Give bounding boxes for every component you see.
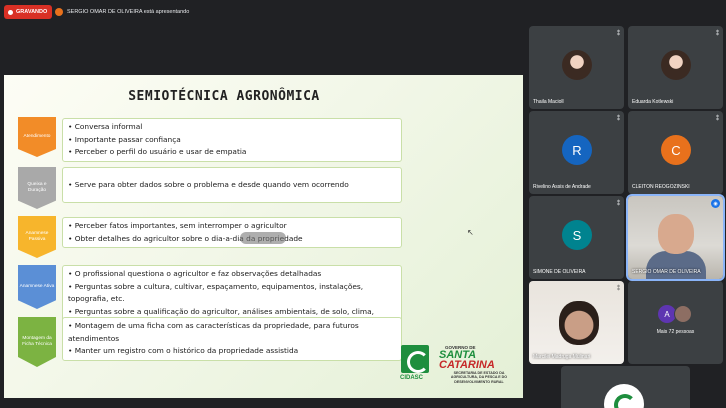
participant-name: Eduarda Kotlewski <box>632 99 674 105</box>
participant-tile[interactable]: S ⁑ SIMONE DE OLIVEIRA <box>529 196 624 279</box>
stage-chevron: Anamnese Ativa <box>18 265 56 309</box>
recording-badge: GRAVANDO <box>4 5 53 19</box>
bullet-item: • Importante passar confiança <box>68 134 181 144</box>
slide-row-queixa: Queixa e Duração • Serve para obter dado… <box>18 167 402 209</box>
mic-muted-icon: ⁑ <box>716 116 719 122</box>
bullet-item: • Montagem de uma ficha com as caracterí… <box>68 321 359 343</box>
participant-tile[interactable]: ⁑ Eduarda Kotlewski <box>628 26 723 109</box>
self-view-tile[interactable] <box>561 366 690 408</box>
stage-box: • Montagem de uma ficha com as caracterí… <box>62 317 402 361</box>
presenter-avatar-icon <box>55 8 63 16</box>
participant-name: SERGIO OMAR DE OLIVEIRA <box>632 269 701 275</box>
bullet-item: • Manter um registro com o histórico da … <box>68 346 299 355</box>
stage-box: • Conversa informal • Importante passar … <box>62 118 402 162</box>
cidasc-logo-icon <box>401 345 429 373</box>
mic-muted-icon: ⁑ <box>617 286 620 292</box>
gov-line3: CATARINA <box>439 359 495 371</box>
presenter-text: SERGIO OMAR DE OLIVEIRA está apresentand… <box>67 9 190 15</box>
avatar <box>562 50 592 80</box>
mic-muted-icon: ⁑ <box>617 201 620 207</box>
participant-tile[interactable]: C ⁑ CLEITON REOGOZINSKI <box>628 111 723 194</box>
recording-label: GRAVANDO <box>16 9 48 15</box>
participant-name: CLEITON REOGOZINSKI <box>632 184 690 190</box>
avatar: C <box>661 135 691 165</box>
slide-logos: CIDASC GOVERNO DE SANTA CATARINA SECRETA… <box>400 345 513 389</box>
bullet-item: • Serve para obter dados sobre o problem… <box>68 179 349 189</box>
stage-chevron: Queixa e Duração <box>18 167 56 209</box>
participant-name: Rivelino Assis de Andrade <box>533 184 591 190</box>
bullet-item: • Obter detalhes do agricultor sobre o d… <box>68 233 303 243</box>
slide-row-anamnese-ativa: Anamnese Ativa • O profissional question… <box>18 265 402 334</box>
mic-muted-icon: ⁑ <box>617 31 620 37</box>
stage-box: • Perceber fatos importantes, sem interr… <box>62 217 402 248</box>
stage-chevron: Montagem da Ficha Técnica <box>18 317 56 367</box>
gov-subtitle: SECRETARIA DE ESTADO DA AGRICULTURA, DA … <box>450 371 508 384</box>
more-participants-label: Mais 72 pessoas <box>656 329 695 335</box>
slide-row-atendimento: Atendimento • Conversa informal • Import… <box>18 117 402 162</box>
participant-tile-active-speaker[interactable]: ◉ SERGIO OMAR DE OLIVEIRA <box>626 194 725 281</box>
stage-chevron: Anamnese Passiva <box>18 216 56 258</box>
participant-tile[interactable]: ⁑ Thaila Macioll <box>529 26 624 109</box>
presenter-indicator: SERGIO OMAR DE OLIVEIRA está apresentand… <box>55 5 189 19</box>
participant-name: Marcilei Madruga Mulinari <box>533 354 591 360</box>
speaking-icon: ◉ <box>711 199 720 208</box>
bullet-item: • Perceber o perfil do usuário e usar de… <box>68 147 247 156</box>
video-face <box>658 214 694 254</box>
stage-chevron: Atendimento <box>18 117 56 157</box>
more-participants-tile[interactable]: A Mais 72 pessoas <box>628 281 723 364</box>
bullet-item: • Perguntas sobre a cultura, cultivar, e… <box>68 281 364 304</box>
participant-name: Thaila Macioll <box>533 99 564 105</box>
video-face <box>559 301 599 345</box>
bullet-item: • Conversa informal <box>68 122 143 131</box>
participant-name: SIMONE DE OLIVEIRA <box>533 269 586 275</box>
mic-muted-icon: ⁑ <box>617 116 620 122</box>
avatar <box>674 305 692 323</box>
mic-muted-icon: ⁑ <box>716 31 719 37</box>
slide-title: SEMIOTÉCNICA AGRONÔMICA <box>128 89 320 104</box>
bullet-item: • O profissional questiona o agricultor … <box>68 269 322 278</box>
avatar: R <box>562 135 592 165</box>
participant-tile[interactable]: R ⁑ Rivelino Assis de Andrade <box>529 111 624 194</box>
cidasc-label: CIDASC <box>400 375 424 381</box>
presentation-controls-overlay[interactable] <box>240 232 286 244</box>
avatar: S <box>562 220 592 250</box>
cidasc-logo-icon <box>604 384 644 408</box>
stage-box: • Serve para obter dados sobre o problem… <box>62 167 402 203</box>
participant-tile[interactable]: ⁑ Marcilei Madruga Mulinari <box>529 281 624 364</box>
slide-row-ficha-tecnica: Montagem da Ficha Técnica • Montagem de … <box>18 317 402 367</box>
record-icon <box>8 9 13 15</box>
slide-row-anamnese-passiva: Anamnese Passiva • Perceber fatos import… <box>18 216 402 258</box>
avatar <box>661 50 691 80</box>
bullet-item: • Perceber fatos importantes, sem interr… <box>68 221 287 230</box>
mouse-cursor-icon: ↖ <box>467 228 474 237</box>
meeting-top-bar: GRAVANDO SERGIO OMAR DE OLIVEIRA está ap… <box>0 0 726 22</box>
